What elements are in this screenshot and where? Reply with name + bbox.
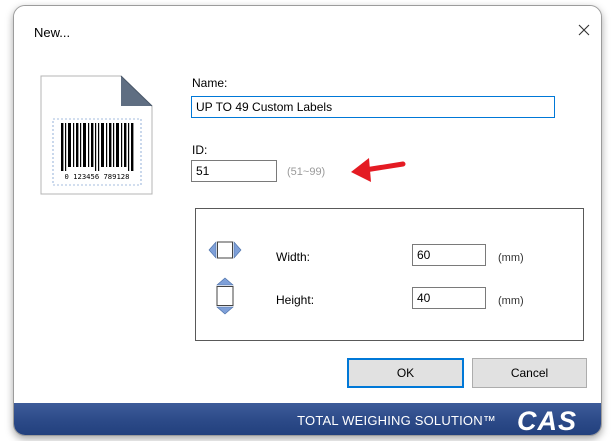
red-arrow-icon <box>351 158 406 182</box>
label-size-group: Width: (mm) Height: (mm) <box>195 208 584 341</box>
width-label: Width: <box>276 250 311 264</box>
width-unit: (mm) <box>498 252 524 264</box>
height-label: Height: <box>276 293 315 307</box>
footer-slogan: TOTAL WEIGHING SOLUTION™ <box>297 413 496 428</box>
name-field[interactable] <box>191 96 555 118</box>
logo-text: CAS <box>517 407 577 433</box>
title-bar: New... <box>14 6 601 50</box>
width-arrows-icon <box>208 241 242 259</box>
height-arrows-icon <box>216 277 234 315</box>
ok-button[interactable]: OK <box>347 358 464 388</box>
id-field[interactable] <box>191 160 277 182</box>
cas-logo: CAS <box>517 407 577 433</box>
height-field[interactable] <box>412 287 486 309</box>
dialog-title: New... <box>34 25 71 40</box>
height-unit: (mm) <box>498 295 524 307</box>
close-icon[interactable] <box>577 23 591 37</box>
id-label: ID: <box>192 143 208 157</box>
barcode-digits: 0 123456 789128 <box>65 172 130 181</box>
new-label-dialog: New... 0 123456 789128 Name: UP TO 49 Cu… <box>13 5 602 436</box>
label-document-icon: 0 123456 789128 <box>40 75 153 195</box>
name-label: Name: <box>192 76 228 90</box>
id-range-hint: (51~99) <box>287 166 326 178</box>
cancel-button[interactable]: Cancel <box>472 358 587 388</box>
width-field[interactable] <box>412 244 486 266</box>
brand-footer: TOTAL WEIGHING SOLUTION™ CAS <box>14 403 601 435</box>
